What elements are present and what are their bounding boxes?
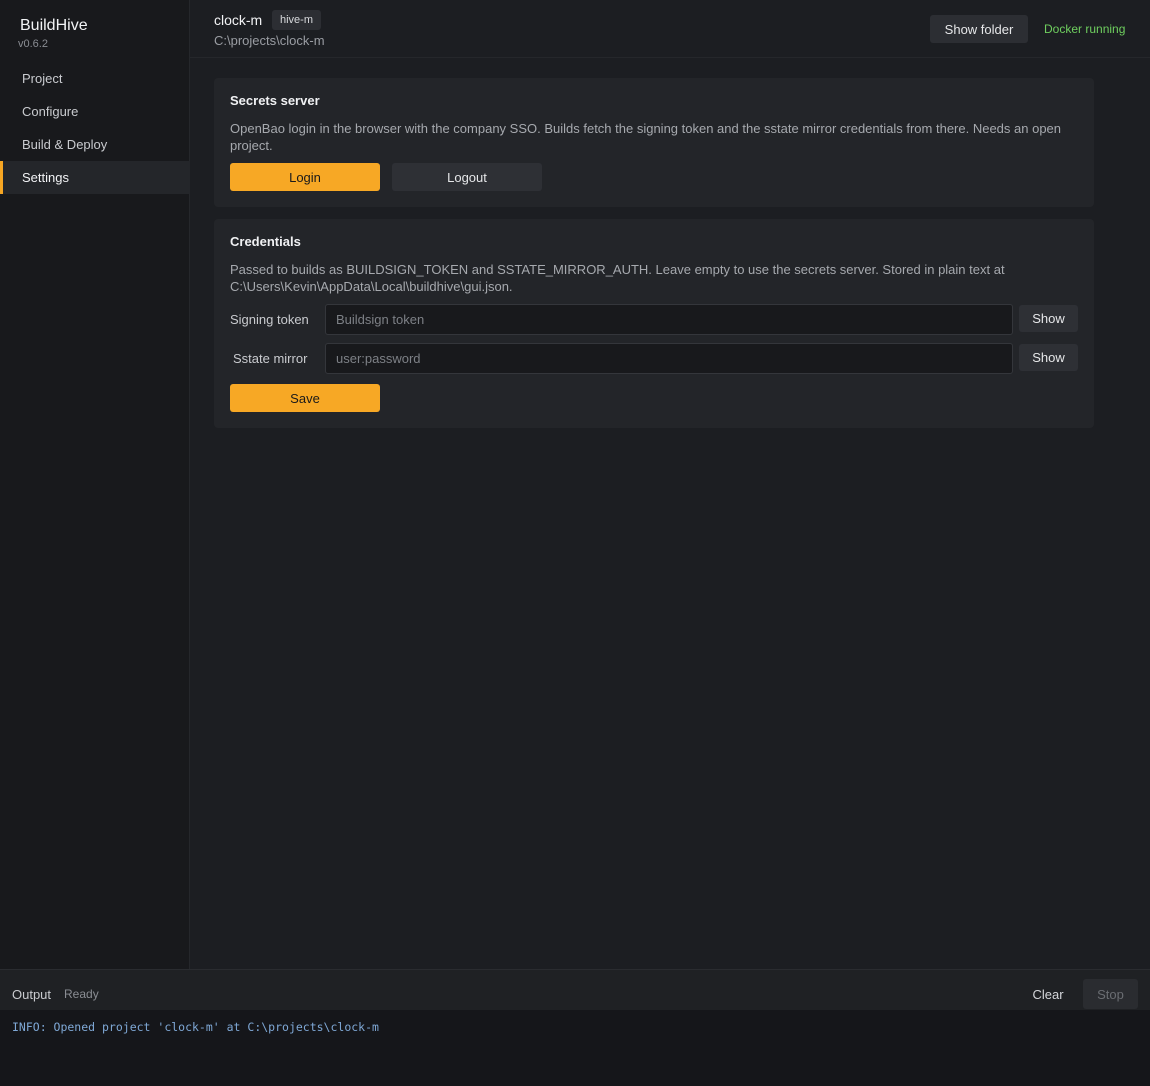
sstate-mirror-show-button[interactable]: Show bbox=[1019, 344, 1078, 371]
docker-status: Docker running bbox=[1044, 22, 1126, 36]
sidebar-item-build-deploy[interactable]: Build & Deploy bbox=[0, 128, 190, 161]
signing-token-show-button[interactable]: Show bbox=[1019, 305, 1078, 332]
secrets-server-description: OpenBao login in the browser with the co… bbox=[230, 121, 1062, 153]
output-bar: Output Ready Clear Stop bbox=[0, 969, 1150, 1010]
sidebar-item-label: Project bbox=[22, 71, 63, 86]
sidebar-nav: Project Configure Build & Deploy Setting… bbox=[0, 62, 190, 194]
output-label: Output bbox=[12, 987, 52, 1002]
project-badge: hive-m bbox=[272, 10, 322, 30]
logout-button[interactable]: Logout bbox=[392, 163, 542, 191]
sidebar: BuildHive v0.6.2 Project Configure Build… bbox=[0, 0, 190, 969]
sstate-mirror-label: Sstate mirror bbox=[233, 351, 308, 366]
signing-token-input[interactable] bbox=[325, 304, 1013, 335]
credentials-description: Passed to builds as BUILDSIGN_TOKEN and … bbox=[230, 262, 1005, 294]
sstate-mirror-input[interactable] bbox=[325, 343, 1013, 374]
app-name: BuildHive bbox=[20, 17, 88, 34]
project-name: clock-m bbox=[214, 12, 263, 28]
sidebar-item-label: Settings bbox=[22, 170, 69, 185]
signing-token-label: Signing token bbox=[230, 312, 309, 327]
save-button[interactable]: Save bbox=[230, 384, 380, 412]
output-status: Ready bbox=[64, 987, 99, 1001]
clear-button[interactable]: Clear bbox=[1020, 980, 1076, 1008]
log-line: INFO: Opened project 'clock-m' at C:\pro… bbox=[12, 1020, 379, 1034]
credentials-card: Credentials Passed to builds as BUILDSIG… bbox=[214, 219, 1094, 428]
show-folder-button[interactable]: Show folder bbox=[930, 15, 1028, 43]
sidebar-item-label: Configure bbox=[22, 104, 79, 119]
sidebar-item-settings[interactable]: Settings bbox=[0, 161, 190, 194]
secrets-server-title: Secrets server bbox=[230, 93, 320, 108]
project-header: clock-m hive-m C:\projects\clock-m Show … bbox=[190, 0, 1150, 58]
login-button[interactable]: Login bbox=[230, 163, 380, 191]
output-log: INFO: Opened project 'clock-m' at C:\pro… bbox=[0, 1010, 1150, 1086]
sidebar-item-project[interactable]: Project bbox=[0, 62, 190, 95]
credentials-title: Credentials bbox=[230, 234, 301, 249]
sidebar-item-label: Build & Deploy bbox=[22, 137, 108, 152]
project-path: C:\projects\clock-m bbox=[214, 33, 325, 48]
sidebar-item-configure[interactable]: Configure bbox=[0, 95, 190, 128]
secrets-server-card: Secrets server OpenBao login in the brow… bbox=[214, 78, 1094, 207]
app-version: v0.6.2 bbox=[18, 38, 48, 50]
stop-button[interactable]: Stop bbox=[1083, 979, 1138, 1009]
